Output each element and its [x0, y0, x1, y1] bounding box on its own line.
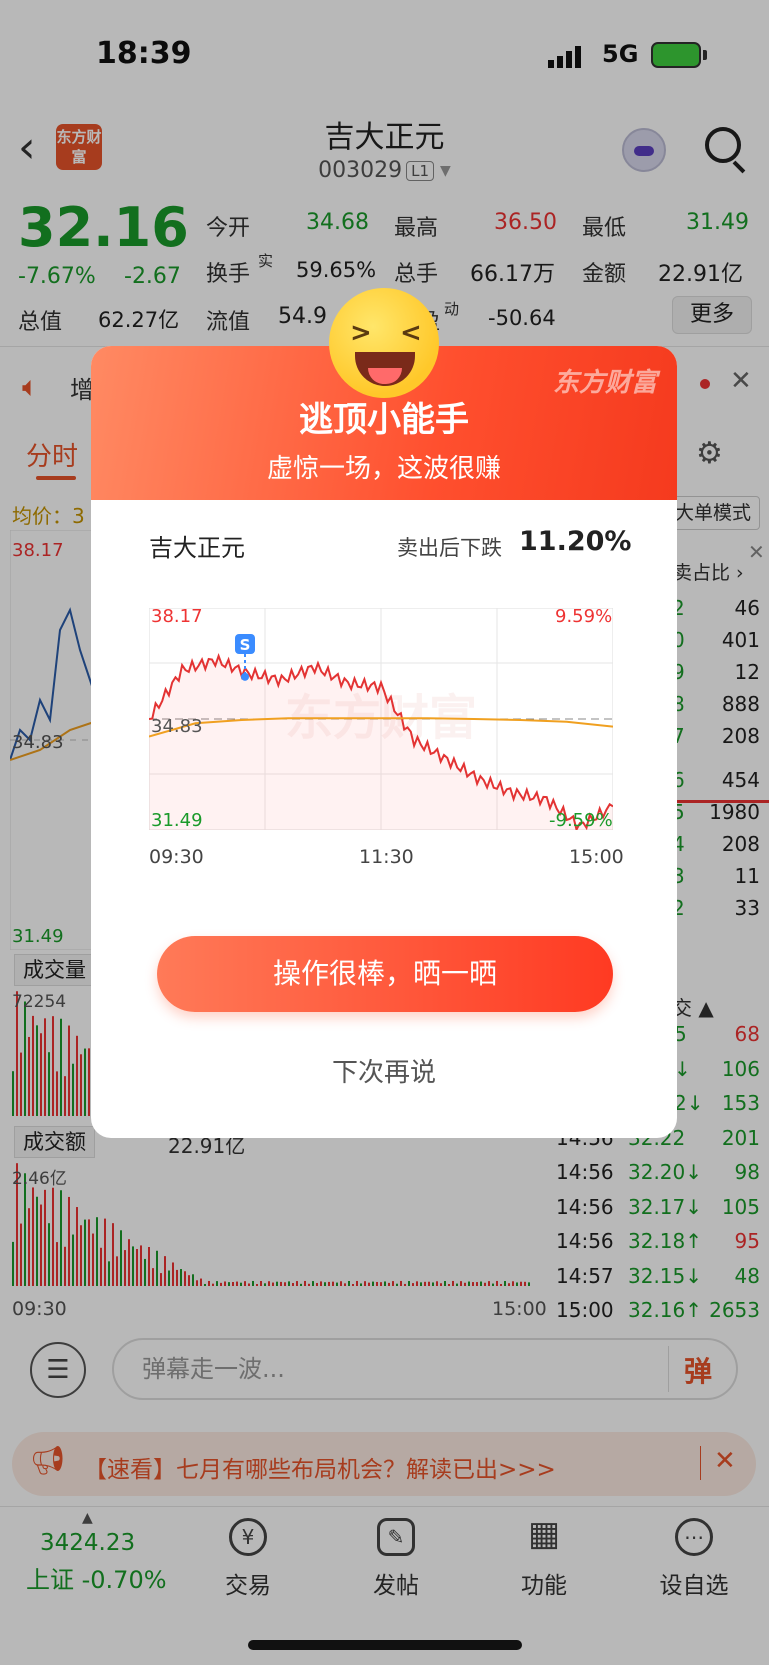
drop-label: 卖出后下跌 [397, 536, 502, 560]
chart-low: 31.49 [151, 810, 203, 831]
chart-high-pct: 9.59% [555, 606, 613, 627]
chart-time-mid: 11:30 [359, 846, 414, 868]
sell-dot [241, 672, 249, 681]
modal-stock-name: 吉大正元 [149, 534, 245, 562]
modal-price-chart: 东方财富 S [149, 608, 613, 830]
chart-high: 38.17 [151, 606, 203, 627]
later-button[interactable]: 下次再说 [91, 1052, 677, 1089]
result-modal: 东方财富 逃顶小能手 虚惊一场，这波很赚 吉大正元 卖出后下跌 11.20% 东… [91, 346, 677, 1138]
sell-marker: S [240, 636, 251, 654]
drop-value: 11.20% [519, 526, 632, 557]
home-indicator[interactable] [248, 1640, 522, 1650]
share-button[interactable]: 操作很棒，晒一晒 [157, 936, 613, 1012]
chart-low-pct: -9.59% [549, 810, 613, 831]
chart-time-end: 15:00 [569, 846, 624, 868]
chart-mid: 34.83 [151, 716, 203, 737]
emoji-eye-left: > [350, 318, 372, 348]
chart-time-start: 09:30 [149, 846, 204, 868]
emoji-eye-right: < [400, 318, 422, 348]
modal-subtitle: 虚惊一场，这波很赚 [266, 454, 501, 484]
modal-title: 逃顶小能手 [299, 400, 469, 440]
